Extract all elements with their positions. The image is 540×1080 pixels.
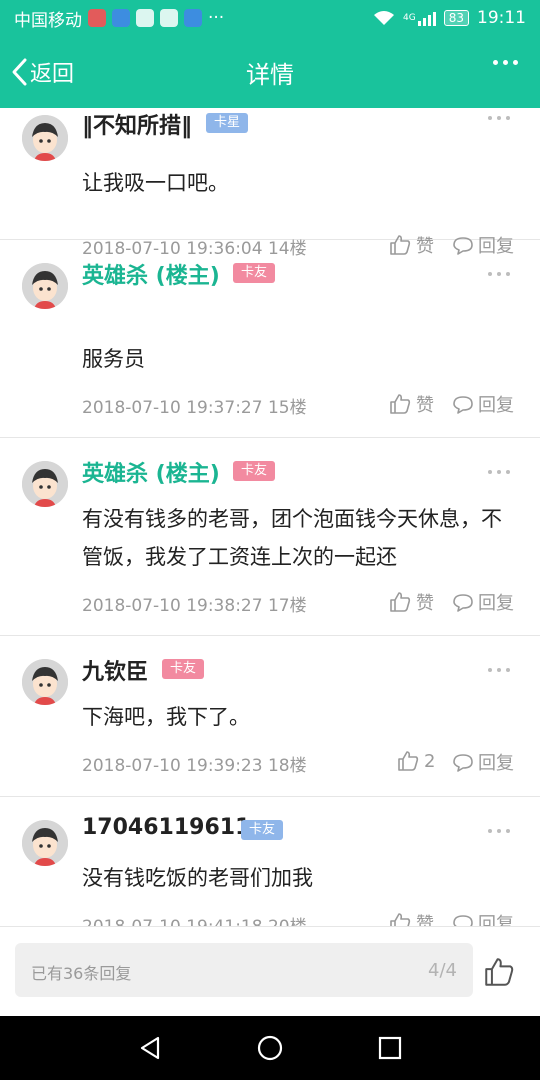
reply-meta: 2018-07-10 19:41:18 20楼 — [82, 912, 307, 926]
status-bar: 中国移动 ··· 4G 83 19:11 — [0, 0, 540, 36]
page-title: 详情 — [246, 60, 294, 89]
reply-content: 服务员 — [82, 347, 145, 371]
page-indicator: 4/4 — [428, 960, 457, 981]
avatar[interactable] — [22, 263, 68, 309]
comment-icon — [453, 594, 473, 612]
reply-floor: 18楼 — [267, 756, 307, 776]
status-left: 中国移动 ··· — [14, 6, 224, 31]
like-label: 赞 — [416, 914, 434, 926]
wifi-icon — [374, 11, 395, 25]
thumbs-up-icon — [390, 913, 411, 926]
thumbs-up-icon — [390, 592, 411, 612]
user-level-badge: 卡友 — [162, 659, 205, 679]
reply-button[interactable]: 回复 — [452, 910, 514, 926]
reply-meta: 2018-07-10 19:38:27 17楼 — [82, 591, 307, 616]
back-label: 返回 — [30, 62, 75, 87]
reply-bar: 已有36条回复 4/4 — [0, 926, 540, 1016]
reply-input[interactable]: 已有36条回复 4/4 — [15, 943, 473, 997]
reply-item: 英雄杀 (楼主) 卡友 有没有钱多的老哥，团个泡面钱今天休息，不管饭，我发了工资… — [0, 438, 540, 636]
reply-content: 没有钱吃饭的老哥们加我 — [82, 866, 313, 890]
notification-app-icon — [88, 9, 106, 27]
reply-item: 英雄杀 (楼主) 卡友 服务员 2018-07-10 19:37:27 15楼 … — [0, 240, 540, 438]
reply-label: 回复 — [478, 395, 514, 416]
camera-icon — [160, 9, 178, 27]
reply-floor: 17楼 — [267, 596, 307, 616]
carrier-label: 中国移动 — [14, 10, 82, 31]
lock-icon — [136, 9, 154, 27]
reply-count-placeholder: 已有36条回复 — [31, 964, 132, 983]
username[interactable]: ‖不知所措‖ — [82, 108, 192, 140]
like-thread-button[interactable] — [482, 955, 516, 993]
reply-button[interactable]: 回复 — [452, 589, 514, 615]
reply-meta: 2018-07-10 19:39:23 18楼 — [82, 751, 307, 776]
reply-item: 九钦臣 卡友 下海吧，我下了。 2018-07-10 19:39:23 18楼 … — [0, 636, 540, 797]
like-button[interactable]: 2 — [396, 749, 435, 773]
reply-meta: 2018-07-10 19:37:27 15楼 — [82, 393, 307, 418]
post-more-button[interactable] — [488, 272, 510, 276]
user-level-badge: 卡友 — [241, 820, 284, 840]
thumbs-up-icon — [398, 751, 419, 771]
nav-home-button[interactable] — [256, 1034, 284, 1062]
user-level-badge: 卡友 — [233, 263, 276, 283]
post-more-button[interactable] — [488, 668, 510, 672]
battery-icon: 83 — [443, 10, 469, 26]
comment-icon — [453, 396, 473, 414]
reply-time: 2018-07-10 19:38:27 — [82, 596, 263, 616]
reply-time: 2018-07-10 19:39:23 — [82, 756, 263, 776]
reply-button[interactable]: 回复 — [452, 749, 514, 775]
reply-item: ‖不知所措‖ 卡星 让我吸一口吧。 2018-07-10 19:36:04 14… — [0, 108, 540, 259]
notification-app-icon — [112, 9, 130, 27]
post-more-button[interactable] — [488, 829, 510, 833]
avatar[interactable] — [22, 461, 68, 507]
network-type-label: 4G — [403, 13, 416, 23]
reply-list[interactable]: ‖不知所措‖ 卡星 让我吸一口吧。 2018-07-10 19:36:04 14… — [0, 108, 540, 926]
nav-recents-button[interactable] — [376, 1034, 404, 1062]
reply-label: 回复 — [478, 753, 514, 774]
more-notifications-icon: ··· — [208, 8, 225, 28]
reply-label: 回复 — [478, 914, 514, 926]
reply-floor: 15楼 — [267, 398, 307, 418]
reply-item: 17046119611 卡友 没有钱吃饭的老哥们加我 2018-07-10 19… — [0, 797, 540, 926]
username[interactable]: 英雄杀 (楼主) — [82, 456, 220, 488]
chevron-left-icon — [12, 58, 27, 86]
post-more-button[interactable] — [488, 470, 510, 474]
like-button[interactable]: 赞 — [388, 391, 434, 417]
reply-content: 让我吸一口吧。 — [82, 171, 229, 195]
reply-content: 下海吧，我下了。 — [82, 705, 250, 729]
signal-icon — [417, 10, 436, 26]
shield-icon — [184, 9, 202, 27]
post-more-button[interactable] — [488, 116, 510, 120]
reply-button[interactable]: 回复 — [452, 391, 514, 417]
back-button[interactable]: 返回 — [0, 36, 74, 108]
clock-label: 19:11 — [477, 8, 526, 28]
user-level-badge: 卡星 — [206, 113, 249, 133]
username[interactable]: 九钦臣 — [82, 654, 148, 686]
avatar[interactable] — [22, 659, 68, 705]
status-right: 4G 83 19:11 — [373, 8, 526, 28]
thumbs-up-icon — [485, 958, 514, 986]
reply-label: 回复 — [478, 593, 514, 614]
avatar[interactable] — [22, 115, 68, 161]
username[interactable]: 17046119611 — [82, 815, 250, 840]
like-button[interactable]: 赞 — [388, 910, 434, 926]
like-label: 赞 — [416, 395, 434, 416]
reply-time: 2018-07-10 19:37:27 — [82, 398, 263, 418]
more-options-button[interactable] — [493, 60, 518, 65]
system-nav-bar — [0, 1016, 540, 1080]
username[interactable]: 英雄杀 (楼主) — [82, 258, 220, 290]
like-button[interactable]: 赞 — [388, 589, 434, 615]
reply-time: 2018-07-10 19:41:18 — [82, 917, 263, 926]
like-count: 2 — [424, 750, 436, 772]
top-app-bar: 返回 详情 — [0, 36, 540, 108]
avatar[interactable] — [22, 820, 68, 866]
user-level-badge: 卡友 — [233, 461, 276, 481]
reply-floor: 20楼 — [268, 917, 307, 926]
comment-icon — [453, 915, 473, 926]
comment-icon — [453, 754, 473, 772]
reply-content: 有没有钱多的老哥，团个泡面钱今天休息，不管饭，我发了工资连上次的一起还 — [82, 507, 502, 569]
like-label: 赞 — [416, 593, 434, 614]
thumbs-up-icon — [390, 394, 411, 414]
nav-back-button[interactable] — [136, 1034, 164, 1062]
